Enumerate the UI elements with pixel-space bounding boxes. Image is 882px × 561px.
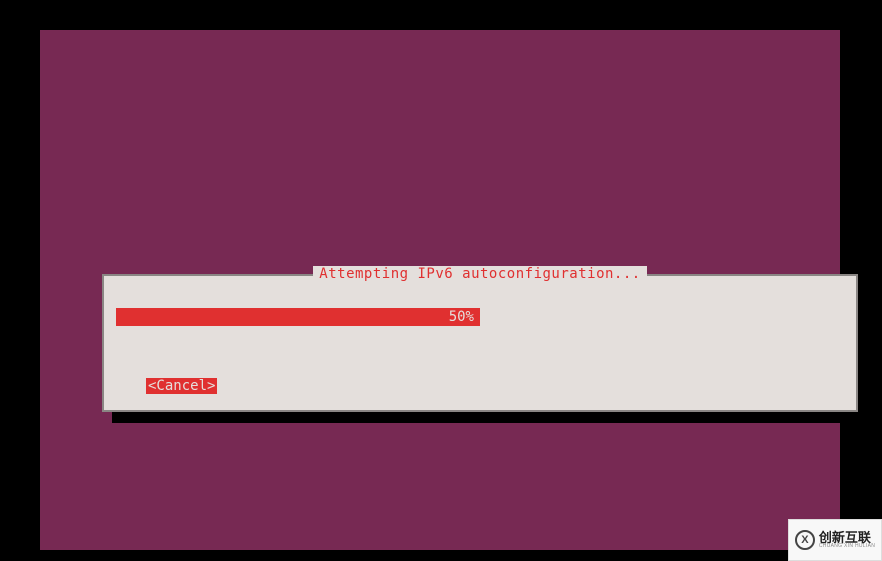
progress-percent-label: 50% xyxy=(116,309,480,325)
watermark-logo-icon: X xyxy=(795,530,815,550)
progress-bar-fill: 50% xyxy=(116,308,480,326)
watermark-badge: X 创新互联 CHUANG XIN HULIAN xyxy=(788,519,882,561)
watermark-text-block: 创新互联 CHUANG XIN HULIAN xyxy=(819,531,875,549)
dialog-title: Attempting IPv6 autoconfiguration... xyxy=(313,266,646,282)
watermark-sub-text: CHUANG XIN HULIAN xyxy=(819,544,875,549)
watermark-logo-glyph: X xyxy=(801,534,808,546)
progress-bar-track: 50% xyxy=(116,308,844,326)
cancel-button[interactable]: <Cancel> xyxy=(146,378,217,394)
dialog-title-bar: Attempting IPv6 autoconfiguration... xyxy=(104,266,856,282)
installer-screen: Attempting IPv6 autoconfiguration... 50%… xyxy=(40,30,840,550)
progress-dialog: Attempting IPv6 autoconfiguration... 50%… xyxy=(102,274,858,412)
